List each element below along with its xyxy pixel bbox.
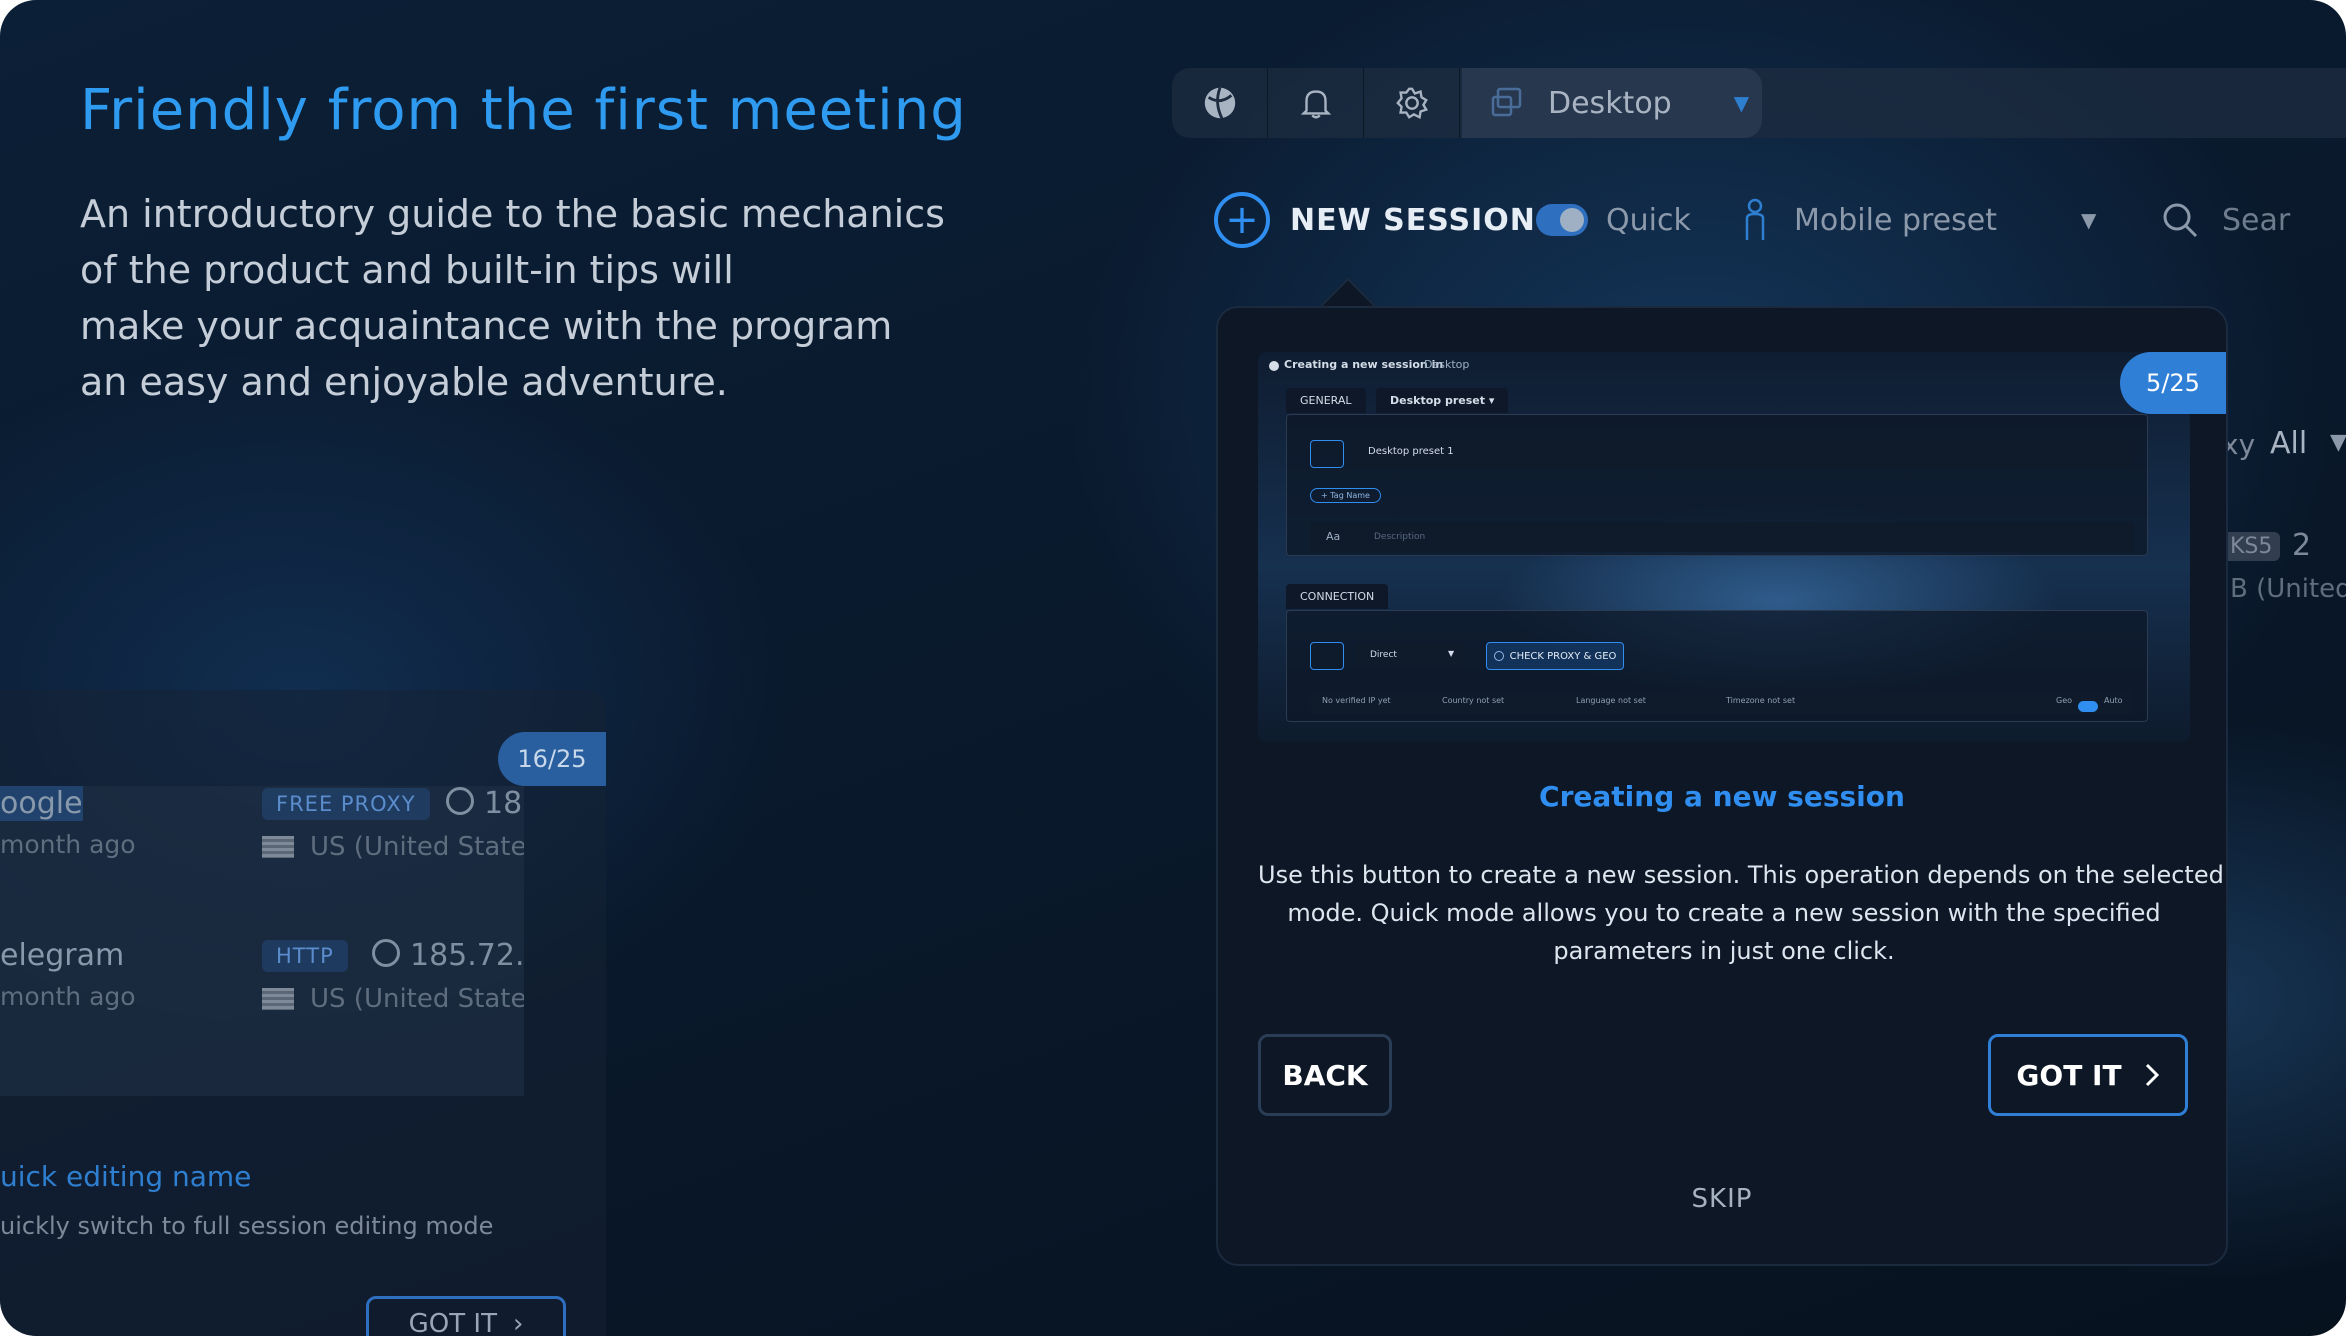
person-icon (1745, 198, 1765, 240)
chevron-right-icon (2145, 1063, 2159, 1087)
step-counter: 5/25 (2120, 352, 2226, 414)
status-timezone: Timezone not set (1726, 696, 1796, 705)
preview-image: Creating a new session in Desktop GENERA… (1258, 352, 2190, 742)
description-placeholder: Description (1374, 532, 1426, 542)
ip-address: 185 (446, 786, 524, 821)
ip-address: 185.72.2 (372, 938, 524, 973)
hero-line: an easy and enjoyable adventure. (80, 360, 728, 404)
tip-title: Creating a new session (1539, 780, 1905, 813)
preset-name: Desktop preset 1 (1368, 446, 1454, 457)
chevron-down-icon: ▼ (1448, 649, 1455, 658)
gear-icon (1395, 87, 1428, 120)
geo-label: Geo (2056, 696, 2073, 705)
preset-name-field (1352, 438, 2134, 468)
tag-button: + Tag Name (1310, 488, 1381, 503)
onboarding-modal: Creating a new session in Desktop GENERA… (1216, 306, 2228, 1266)
workspace-selector[interactable]: Desktop ▼ (1462, 68, 1762, 138)
chevron-right-icon: › (512, 1309, 524, 1336)
preview-workspace: Desktop (1424, 358, 1470, 371)
tip-title: uick editing name (0, 1160, 252, 1193)
session-list: oogle month ago FREE PROXY 185 US (Unite… (0, 786, 524, 1096)
tip-description: Use this button to create a new session.… (1258, 856, 2224, 970)
plus-icon: + (1214, 192, 1270, 248)
text-icon: Aa (1326, 530, 1341, 543)
preview-preset-tab: Desktop preset ▾ (1376, 388, 1509, 413)
connection-tab: CONNECTION (1286, 584, 1389, 609)
workspace-icon (1491, 87, 1522, 117)
globe-icon (1269, 361, 1279, 371)
session-time: month ago (0, 830, 136, 859)
general-tab: GENERAL (1286, 388, 1366, 413)
new-session-label: NEW SESSION (1290, 202, 1536, 238)
globe-icon (1493, 651, 1504, 661)
got-it-label: GOT IT (2016, 1058, 2122, 1092)
hero-title: Friendly from the first meeting (80, 78, 967, 143)
check-proxy-label: CHECK PROXY & GEO (1509, 650, 1617, 662)
proxy-badge: FREE PROXY (262, 788, 430, 820)
auto-label: Auto (2104, 696, 2123, 705)
step-counter: 16/25 (498, 732, 606, 786)
country-label: US (United State (262, 832, 524, 862)
hero-line: An introductory guide to the basic mecha… (80, 192, 945, 236)
chevron-down-icon: ▼ (1733, 91, 1750, 115)
preset-icon (1310, 440, 1344, 468)
description-line: mode. Quick mode allows you to create a … (1287, 899, 2161, 927)
proxy-type-badge: KS5 (2222, 532, 2281, 561)
tip-description: uickly switch to full session editing mo… (0, 1212, 494, 1240)
hero-line: of the product and built-in tips will (80, 248, 734, 292)
status-language: Language not set (1576, 696, 1646, 705)
connection-icon (1310, 642, 1344, 670)
preset-selector[interactable]: Mobile preset ▼ (1740, 190, 2096, 250)
previous-tip-card: 16/25 oogle month ago FREE PROXY 185 US … (0, 690, 606, 1336)
session-name[interactable]: elegram (0, 938, 124, 973)
back-button[interactable]: BACK (1258, 1034, 1392, 1116)
session-name[interactable]: oogle (0, 786, 83, 821)
session-time: month ago (0, 982, 136, 1011)
chevron-down-icon: ▼ (2080, 208, 2097, 232)
preset-label: Mobile preset (1794, 202, 1997, 238)
app-frame: Friendly from the first meeting An intro… (0, 0, 2346, 1336)
description-line: Use this button to create a new session.… (1258, 861, 2224, 889)
chevron-down-icon: ▼ (2330, 430, 2346, 455)
hero-description: An introductory guide to the basic mecha… (80, 186, 1060, 410)
ip-fragment: 2 (2292, 528, 2312, 563)
country-fragment: B (United (2230, 574, 2346, 604)
proxy-badge: HTTP (262, 940, 348, 972)
globe-icon (1204, 87, 1235, 119)
status-country: Country not set (1442, 696, 1505, 705)
search-placeholder: Sear (2222, 202, 2291, 238)
bell-icon (1300, 90, 1331, 119)
notifications-button[interactable] (1268, 68, 1364, 138)
skip-button[interactable]: SKIP (1218, 1184, 2226, 1214)
proxy-filter-value[interactable]: All (2270, 426, 2307, 461)
country-label: US (United State (262, 984, 524, 1014)
description-line: parameters in just one click. (1553, 937, 1895, 965)
check-proxy-button: CHECK PROXY & GEO (1486, 642, 1624, 670)
preview-header: Creating a new session in (1284, 358, 1444, 371)
settings-button[interactable] (1364, 68, 1460, 138)
toggle-switch[interactable] (1536, 204, 1588, 236)
got-it-button[interactable]: GOT IT › (366, 1296, 566, 1336)
search-icon (2163, 203, 2198, 238)
got-it-label: GOT IT (408, 1309, 497, 1336)
quick-label: Quick (1606, 202, 1691, 238)
quick-mode-toggle[interactable]: Quick (1536, 190, 1691, 250)
preview-preset-label: Desktop preset (1390, 394, 1485, 407)
status-ip: No verified IP yet (1322, 696, 1391, 705)
top-bar: Desktop ▼ (1172, 68, 2346, 138)
search-field[interactable]: Sear (2160, 190, 2290, 250)
globe-button[interactable] (1172, 68, 1268, 138)
new-session-button[interactable]: + NEW SESSION (1214, 190, 1536, 250)
got-it-button[interactable]: GOT IT (1988, 1034, 2188, 1116)
workspace-label: Desktop (1548, 85, 1672, 121)
description-field (1310, 522, 2134, 552)
geo-toggle (2078, 701, 2098, 712)
status-bar (1310, 690, 2134, 714)
connection-type: Direct (1370, 650, 1397, 660)
hero-line: make your acquaintance with the program (80, 304, 893, 348)
